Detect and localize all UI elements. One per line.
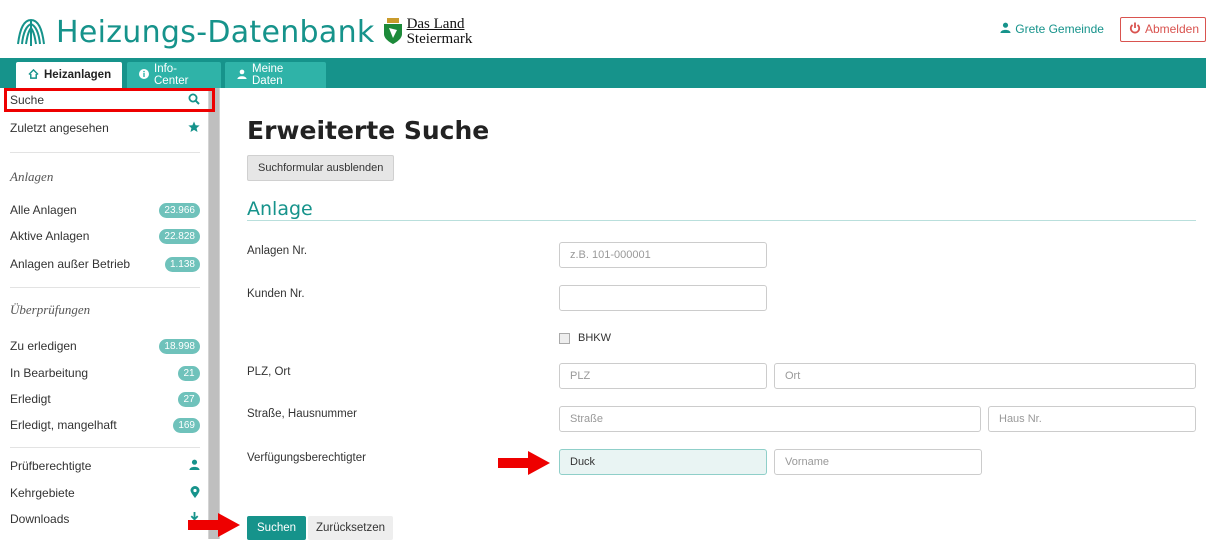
coat-of-arms-icon xyxy=(383,17,403,47)
name-input[interactable]: Duck xyxy=(559,449,767,475)
bhkw-checkbox[interactable]: BHKW xyxy=(559,332,611,344)
strasse-input[interactable]: Straße xyxy=(559,406,981,432)
sidebar-item-erledigt-mangelhaft[interactable]: Erledigt, mangelhaft 169 xyxy=(0,413,208,437)
count-badge: 23.966 xyxy=(159,202,200,218)
annotation-arrow-icon xyxy=(498,451,550,475)
annotation-arrow-icon xyxy=(188,513,240,537)
power-icon xyxy=(1129,22,1141,37)
strasse-hausnummer-label: Straße, Hausnummer xyxy=(247,408,357,420)
count-badge: 21 xyxy=(178,365,200,381)
logout-button[interactable]: Abmelden xyxy=(1119,16,1206,42)
user-icon xyxy=(189,459,200,473)
tab-meine-daten[interactable]: Meine Daten xyxy=(225,62,326,88)
count-badge: 22.828 xyxy=(159,228,200,244)
count-badge: 27 xyxy=(178,391,200,407)
anlagen-nr-label: Anlagen Nr. xyxy=(247,245,308,257)
hide-search-form-button[interactable]: Suchformular ausblenden xyxy=(247,155,395,181)
section-title-anlage: Anlage xyxy=(247,198,313,220)
sidebar-item-in-bearbeitung[interactable]: In Bearbeitung 21 xyxy=(0,361,208,385)
plz-input[interactable]: PLZ xyxy=(559,363,767,389)
sidebar-item-zuletzt[interactable]: Zuletzt angesehen xyxy=(0,116,208,140)
ort-input[interactable]: Ort xyxy=(774,363,1196,389)
count-badge: 1.138 xyxy=(164,256,200,272)
sidebar-item-kehrgebiete[interactable]: Kehrgebiete xyxy=(0,481,208,505)
user-icon xyxy=(237,69,247,82)
fountain-logo-icon xyxy=(14,14,48,51)
land-steiermark-label: Das Land Steiermark xyxy=(406,16,473,47)
tab-heizanlagen[interactable]: Heizanlagen xyxy=(16,62,122,88)
info-icon xyxy=(139,68,149,82)
checkbox-box[interactable] xyxy=(559,332,570,344)
vorname-input[interactable]: Vorname xyxy=(774,449,982,475)
sidebar-item-downloads[interactable]: Downloads xyxy=(0,507,208,531)
kunden-nr-label: Kunden Nr. xyxy=(247,288,305,300)
user-profile-link[interactable]: Grete Gemeinde xyxy=(1000,22,1104,36)
map-marker-icon xyxy=(190,485,200,501)
kunden-nr-input[interactable] xyxy=(559,285,767,311)
sidebar-item-zu-erledigen[interactable]: Zu erledigen 18.998 xyxy=(0,334,208,358)
sidebar-item-ausser-betrieb[interactable]: Anlagen außer Betrieb 1.138 xyxy=(0,252,208,276)
sidebar-heading-anlagen: Anlagen xyxy=(10,169,54,184)
page-title: Erweiterte Suche xyxy=(247,116,490,145)
reset-button[interactable]: Zurücksetzen xyxy=(308,516,394,540)
tab-info-center[interactable]: Info-Center xyxy=(127,62,221,88)
sidebar-divider xyxy=(10,287,200,288)
sidebar-item-erledigt[interactable]: Erledigt 27 xyxy=(0,387,208,411)
user-name: Grete Gemeinde xyxy=(1015,22,1104,36)
sidebar-item-aktive-anlagen[interactable]: Aktive Anlagen 22.828 xyxy=(0,224,208,248)
user-icon xyxy=(1000,22,1011,36)
section-divider xyxy=(247,220,1196,221)
main-navbar: Heizanlagen Info-Center Meine Daten xyxy=(0,58,1206,88)
sidebar-heading-ueberpruefungen: Überprüfungen xyxy=(10,302,91,317)
hausnummer-input[interactable]: Haus Nr. xyxy=(988,406,1196,432)
annotation-highlight-box xyxy=(4,88,215,112)
sidebar-item-pruefberechtigte[interactable]: Prüfberechtigte xyxy=(0,454,208,478)
verfuegungsberechtigter-label: Verfügungsberechtigter xyxy=(247,452,366,464)
sidebar-divider xyxy=(10,152,200,153)
star-icon xyxy=(188,121,200,136)
sidebar-divider xyxy=(10,447,200,448)
sidebar-scrollbar[interactable] xyxy=(208,88,220,539)
sidebar: Suche Zuletzt angesehen Anlagen Alle Anl… xyxy=(0,88,208,539)
plz-ort-label: PLZ, Ort xyxy=(247,366,291,378)
app-title: Heizungs-Datenbank xyxy=(56,14,375,50)
count-badge: 18.998 xyxy=(159,338,200,354)
search-button[interactable]: Suchen xyxy=(247,516,307,540)
user-area: Grete Gemeinde Abmelden xyxy=(1000,16,1206,42)
app-logo[interactable]: Heizungs-Datenbank Das Land Steiermark xyxy=(14,10,554,54)
home-icon xyxy=(28,68,39,82)
anlagen-nr-input[interactable]: z.B. 101-000001 xyxy=(559,242,767,268)
count-badge: 169 xyxy=(173,417,200,433)
sidebar-item-alle-anlagen[interactable]: Alle Anlagen 23.966 xyxy=(0,198,208,222)
